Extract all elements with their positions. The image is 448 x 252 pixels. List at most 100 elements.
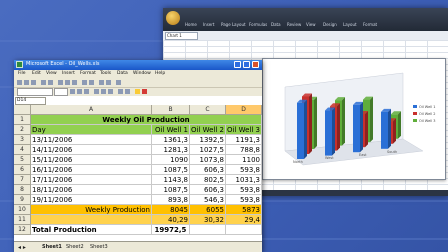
cell-d3[interactable]: 1191,3: [226, 135, 262, 145]
preview-icon[interactable]: [48, 80, 53, 85]
row-header[interactable]: 8: [14, 185, 31, 195]
sort-icon[interactable]: [106, 80, 111, 85]
sheet-tab-1[interactable]: Sheet1: [42, 244, 62, 250]
menu-file[interactable]: File: [18, 71, 26, 76]
menu-window[interactable]: Window: [133, 71, 151, 76]
new-icon[interactable]: [17, 80, 22, 85]
print-icon[interactable]: [41, 80, 46, 85]
paste-icon[interactable]: [72, 80, 77, 85]
cell-c10[interactable]: 6055: [190, 205, 226, 215]
row-header[interactable]: 10: [14, 205, 31, 215]
ribbon-tab-format[interactable]: Format: [363, 22, 377, 27]
close-button[interactable]: [252, 61, 259, 68]
cell-d4[interactable]: 788,8: [226, 145, 262, 155]
fill-color-icon[interactable]: [135, 89, 140, 94]
row-header[interactable]: 5: [14, 155, 31, 165]
save-icon[interactable]: [31, 80, 36, 85]
cell-c7[interactable]: 802,5: [190, 175, 226, 185]
cell-c3[interactable]: 1392,5: [190, 135, 226, 145]
chart-wizard-icon[interactable]: [116, 80, 121, 85]
open-icon[interactable]: [24, 80, 29, 85]
cell-b12[interactable]: 19972,5: [152, 225, 190, 235]
cell-b2[interactable]: Oil Well 1: [152, 125, 190, 135]
cell-c8[interactable]: 606,3: [190, 185, 226, 195]
name-box[interactable]: Chart 1: [165, 32, 198, 40]
cell-d2[interactable]: Oil Well 3: [226, 125, 262, 135]
align-right-icon[interactable]: [108, 89, 113, 94]
column-header-b[interactable]: B: [152, 105, 190, 115]
row-header[interactable]: 7: [14, 175, 31, 185]
cell-a3[interactable]: 13/11/2006: [31, 135, 152, 145]
menu-edit[interactable]: Edit: [32, 71, 41, 76]
percent-icon[interactable]: [125, 89, 130, 94]
cell-c11[interactable]: 30,32: [190, 215, 226, 225]
cell-b4[interactable]: 1281,3: [152, 145, 190, 155]
cell-a11[interactable]: [31, 215, 152, 225]
sum-icon[interactable]: [99, 80, 104, 85]
menu-format[interactable]: Format: [80, 71, 96, 76]
ribbon-tab-page-layout[interactable]: Page Layout: [221, 22, 246, 27]
cell-d8[interactable]: 593,8: [226, 185, 262, 195]
cell-d6[interactable]: 593,8: [226, 165, 262, 175]
column-header-c[interactable]: C: [190, 105, 226, 115]
font-select[interactable]: [17, 88, 53, 96]
cell-b8[interactable]: 1087,5: [152, 185, 190, 195]
cell-d12[interactable]: [226, 225, 262, 235]
font-size-select[interactable]: [54, 88, 68, 96]
cut-icon[interactable]: [58, 80, 63, 85]
cell-a10[interactable]: Weekly Production: [31, 205, 152, 215]
row-header[interactable]: 3: [14, 135, 31, 145]
cell-c6[interactable]: 606,3: [190, 165, 226, 175]
copy-icon[interactable]: [65, 80, 70, 85]
cell-d5[interactable]: 1100: [226, 155, 262, 165]
cell-b6[interactable]: 1087,5: [152, 165, 190, 175]
italic-icon[interactable]: [77, 89, 82, 94]
row-header[interactable]: 4: [14, 145, 31, 155]
cell-d10[interactable]: 5873: [226, 205, 262, 215]
sheet-tab-2[interactable]: Sheet2: [66, 244, 84, 250]
cell-c12[interactable]: [190, 225, 226, 235]
cell-a5[interactable]: 15/11/2006: [31, 155, 152, 165]
align-center-icon[interactable]: [101, 89, 106, 94]
menu-data[interactable]: Data: [117, 71, 128, 76]
align-left-icon[interactable]: [94, 89, 99, 94]
cell-a12[interactable]: Total Production: [31, 225, 152, 235]
cell-c5[interactable]: 1073,8: [190, 155, 226, 165]
row-header[interactable]: 1: [14, 115, 31, 125]
menu-view[interactable]: View: [46, 71, 57, 76]
cell-a4[interactable]: 14/11/2006: [31, 145, 152, 155]
cell-c9[interactable]: 546,3: [190, 195, 226, 205]
bold-icon[interactable]: [70, 89, 75, 94]
ribbon-tab-insert[interactable]: Insert: [203, 22, 214, 27]
column-header-a[interactable]: A: [31, 105, 152, 115]
undo-icon[interactable]: [82, 80, 87, 85]
menu-insert[interactable]: Insert: [62, 71, 75, 76]
cell-d11[interactable]: 29,4: [226, 215, 262, 225]
row-header[interactable]: 9: [14, 195, 31, 205]
redo-icon[interactable]: [89, 80, 94, 85]
row-header[interactable]: 6: [14, 165, 31, 175]
column-header-d[interactable]: D: [226, 105, 262, 115]
cell-a2[interactable]: Day: [31, 125, 152, 135]
cell-d7[interactable]: 1031,3: [226, 175, 262, 185]
cell-a8[interactable]: 18/11/2006: [31, 185, 152, 195]
sheet-tab-3[interactable]: Sheet3: [90, 244, 108, 250]
office-button[interactable]: [166, 11, 180, 25]
cell-b7[interactable]: 1143,8: [152, 175, 190, 185]
cell-c2[interactable]: Oil Well 2: [190, 125, 226, 135]
worksheet[interactable]: A B C D 1 Weekly Oil Production 2 Day Oil We…: [14, 105, 262, 252]
maximize-button[interactable]: [243, 61, 250, 68]
cell-b9[interactable]: 893,8: [152, 195, 190, 205]
tab-scroll-arrows[interactable]: ◂ ▸: [18, 244, 26, 251]
menu-tools[interactable]: Tools: [100, 71, 111, 76]
ribbon-tab-view[interactable]: View: [306, 22, 316, 27]
cell-b5[interactable]: 1090: [152, 155, 190, 165]
cell-a6[interactable]: 16/11/2006: [31, 165, 152, 175]
minimize-button[interactable]: [234, 61, 241, 68]
sheet-title-cell[interactable]: Weekly Oil Production: [31, 115, 262, 125]
ribbon-tab-layout[interactable]: Layout: [343, 22, 357, 27]
row-header[interactable]: 12: [14, 225, 31, 235]
row-header[interactable]: 11: [14, 215, 31, 225]
menu-help[interactable]: Help: [155, 71, 165, 76]
row-header[interactable]: 2: [14, 125, 31, 135]
